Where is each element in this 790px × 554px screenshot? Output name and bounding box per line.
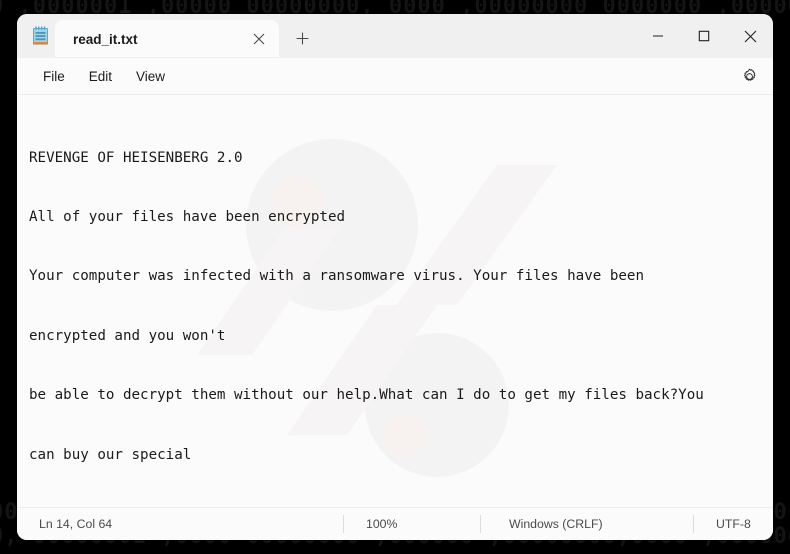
doc-line: can buy our special: [29, 446, 192, 463]
text-editor-area[interactable]: REVENGE OF HEISENBERG 2.0 All of your fi…: [17, 95, 773, 507]
close-icon[interactable]: [245, 25, 273, 53]
doc-line: All of your files have been encrypted: [29, 208, 346, 225]
doc-line: REVENGE OF HEISENBERG 2.0: [29, 149, 243, 166]
status-line-ending[interactable]: Windows (CRLF): [480, 515, 693, 533]
status-bar: Ln 14, Col 64 100% Windows (CRLF) UTF-8: [17, 507, 773, 540]
menu-bar: File Edit View: [17, 58, 773, 95]
status-zoom-level[interactable]: 100%: [343, 515, 480, 533]
doc-line: decryption software, this software will …: [29, 505, 773, 507]
menu-item-view[interactable]: View: [124, 64, 177, 89]
tab-read-it-txt[interactable]: read_it.txt: [55, 20, 279, 58]
maximize-button[interactable]: [681, 14, 727, 58]
doc-line: encrypted and you won't: [29, 327, 226, 344]
doc-line: be able to decrypt them without our help…: [29, 387, 704, 404]
gear-icon[interactable]: [735, 62, 763, 90]
status-encoding[interactable]: UTF-8: [693, 515, 773, 533]
window-controls: [635, 14, 773, 58]
window-close-button[interactable]: [727, 14, 773, 58]
doc-line: Your computer was infected with a ransom…: [29, 268, 644, 285]
menu-item-file[interactable]: File: [31, 64, 77, 89]
new-tab-button[interactable]: [285, 21, 319, 55]
notepad-window: read_it.txt File Edit View REVENGE OF HE…: [17, 14, 773, 540]
tab-strip: read_it.txt: [55, 14, 319, 58]
notepad-icon: [27, 14, 55, 58]
title-bar: read_it.txt: [17, 14, 773, 58]
document-text: REVENGE OF HEISENBERG 2.0 All of your fi…: [29, 109, 773, 507]
menu-item-edit[interactable]: Edit: [77, 64, 124, 89]
status-cursor-position: Ln 14, Col 64: [39, 517, 113, 531]
minimize-button[interactable]: [635, 14, 681, 58]
tab-title: read_it.txt: [73, 31, 138, 47]
